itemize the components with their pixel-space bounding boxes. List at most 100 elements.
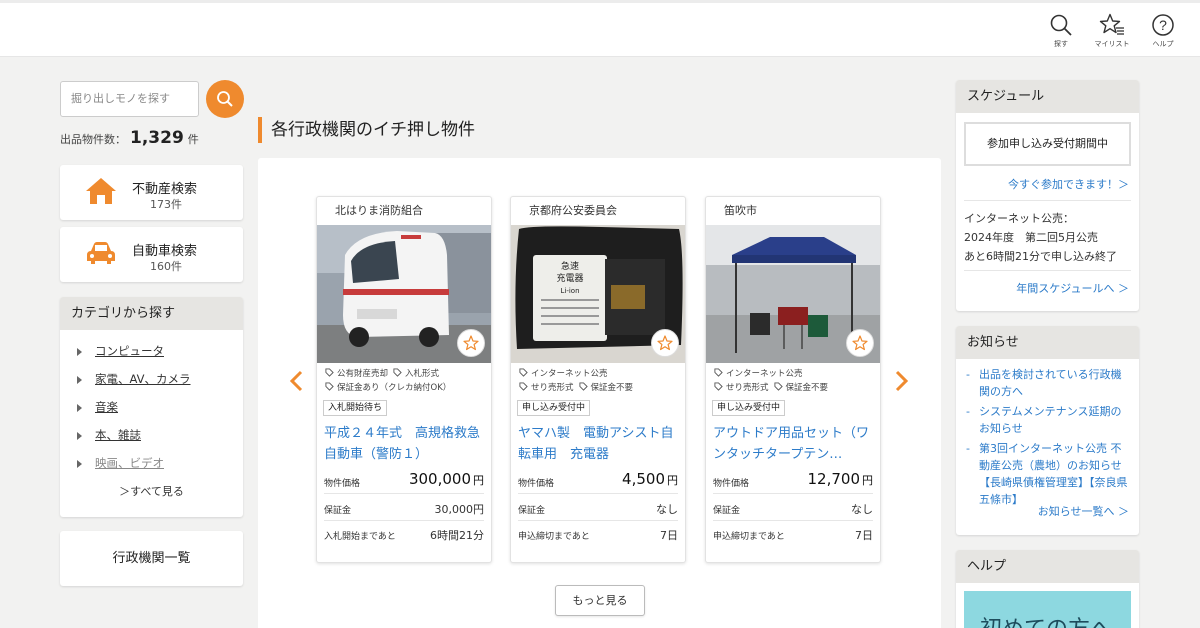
category-see-all-link[interactable]: ＞すべて見る [60,483,243,499]
tag: インターネット公売 [714,368,803,382]
divider [964,200,1131,201]
schedule-panel: スケジュール 参加申し込み受付期間中 今すぐ参加できます！＞ インターネット公売… [956,80,1139,311]
price-row: 物件価格 300,000 円 [324,468,484,494]
favorite-button[interactable] [457,329,485,357]
card-title-link[interactable]: 平成２４年式 高規格救急自動車（警防１） [324,423,488,465]
carousel-next-arrow[interactable] [895,370,909,392]
search-placeholder: 掘り出しモノを探す [71,92,170,105]
tag: 保証金あり（クレカ納付OK） [325,381,451,396]
news-item[interactable]: 出品を検討されている行政機関の方へ [964,366,1129,400]
house-icon [86,178,116,204]
schedule-heading: スケジュール [956,80,1139,113]
see-more-button[interactable]: もっと見る [555,585,645,616]
car-icon [87,242,115,264]
gov-agency-list-button[interactable]: 行政機関一覧 [60,531,243,586]
listing-card[interactable]: 笛吹市 インターネット公売 せり売形式 保証金不要 申し込み受付中 アウトドア用品… [705,196,881,563]
search-icon [217,91,233,107]
price-amount: 300,000 [408,470,471,488]
schedule-info: インターネット公売： 2024年度 第二回5月公売 あと6時間21分で申し込み終… [964,209,1117,266]
search-submit-button[interactable] [206,80,244,118]
price-value: 300,000 円 [409,470,484,488]
photo-text: 急速 [561,260,579,272]
category-panel: カテゴリから探す コンピュータ 家電、AV、カメラ 音楽 本、雑誌 映画、ビデオ… [60,297,243,517]
category-item-label: 音楽 [95,400,118,414]
status-badge: 入札開始待ち [323,400,388,416]
listing-count-value: 1,329 [130,128,184,148]
time-label: 申込締切まであと [518,532,590,542]
time-label: 申込締切まであと [713,532,785,542]
card-photo-ambulance[interactable] [317,225,491,363]
gov-agency-list-label: 行政機関一覧 [112,551,191,566]
star-icon [852,335,868,351]
tag-icon [325,381,334,391]
category-item-books[interactable]: 本、雑誌 [60,421,243,449]
help-panel: ヘルプ 初めての方へ [956,550,1139,628]
favorite-button[interactable] [846,329,874,357]
card-photo-charger[interactable]: 急速 充電器 Li-ion [511,225,685,363]
tag-label: 保証金不要 [785,382,829,393]
category-item-computer[interactable]: コンピュータ [60,337,243,365]
deposit-row: 保証金 30,000円 [324,495,484,521]
card-org: 北はりま消防組合 [335,204,423,217]
search-input[interactable]: 掘り出しモノを探す [60,81,199,117]
price-value: 4,500 円 [622,470,678,488]
car-search-button[interactable]: 自動車検索 160件 [60,227,243,282]
category-item-music[interactable]: 音楽 [60,393,243,421]
tag: 入札形式 [393,368,439,382]
realestate-search-button[interactable]: 不動産検索 173件 [60,165,243,220]
divider [964,270,1131,271]
search-nav-button[interactable]: 探す [1037,13,1085,53]
time-value: 6時間21分 [430,529,484,542]
news-item[interactable]: 第3回インターネット公売 不動産公売（農地）のお知らせ【長崎県債権管理室】【奈良… [964,440,1129,508]
price-label: 物件価格 [518,479,555,489]
category-item-label: 映画、ビデオ [95,456,164,470]
tag-label: せり売形式 [726,382,769,393]
price-row: 物件価格 12,700 円 [713,468,873,494]
tag: せり売形式 [714,381,769,396]
category-item-label: 本、雑誌 [95,428,141,442]
help-nav-label: ヘルプ [1152,40,1174,48]
price-value: 12,700 円 [808,470,874,488]
listing-card[interactable]: 京都府公安委員会 急速 充電器 Li-ion インターネット公売 せり売形式 保証… [510,196,686,563]
tag-icon [714,368,723,377]
card-title-link[interactable]: アウトドア用品セット（ワンタッチタープテン… [713,423,877,465]
price-amount: 12,700 [807,470,861,488]
tag: 保証金不要 [773,381,829,396]
time-label: 入札開始まであと [324,532,396,542]
deposit-value: 30,000円 [434,503,485,516]
carousel-prev-arrow[interactable] [289,370,303,392]
tag: 公有財産売却 [325,368,388,382]
category-item-appliance[interactable]: 家電、AV、カメラ [60,365,243,393]
annual-schedule-link[interactable]: 年間スケジュールへ ＞ [1016,280,1129,296]
tag-icon [393,368,402,377]
top-bar: 探す マイリスト ? ヘルプ [0,0,1200,57]
deposit-row: 保証金 なし [518,495,678,521]
listing-count-label: 出品物件数： [60,133,126,146]
price-unit: 円 [473,474,484,487]
mylist-nav-button[interactable]: マイリスト [1088,13,1136,53]
card-tags: 公有財産売却 入札形式 保証金あり（クレカ納付OK） [317,363,491,395]
status-badge: 申し込み受付中 [517,400,591,416]
card-title-link[interactable]: ヤマハ製 電動アシスト自転車用 充電器 [518,423,682,465]
join-now-link[interactable]: 今すぐ参加できます！＞ [1008,176,1129,192]
favorite-button[interactable] [651,329,679,357]
news-item[interactable]: システムメンテナンス延期のお知らせ [964,403,1129,437]
time-row: 申込締切まであと 7日 [518,521,678,547]
first-time-banner[interactable]: 初めての方へ [964,591,1131,628]
price-unit: 円 [667,474,678,487]
help-nav-button[interactable]: ? ヘルプ [1139,13,1187,53]
listing-count: 出品物件数： 1,329 件 [60,128,199,148]
deposit-label: 保証金 [324,506,352,516]
deposit-value: なし [656,503,678,516]
card-photo-outdoor[interactable] [706,225,880,363]
tag-label: インターネット公売 [726,369,803,379]
apply-button[interactable]: 参加申し込み受付期間中 [964,122,1131,166]
price-label: 物件価格 [324,479,361,489]
deposit-label: 保証金 [518,506,546,516]
news-list-link[interactable]: お知らせ一覧へ ＞ [1038,503,1129,519]
deposit-label: 保証金 [713,506,741,516]
car-count: 160件 [150,260,182,273]
category-item-movies[interactable]: 映画、ビデオ [60,449,243,477]
star-list-icon [1099,13,1124,35]
listing-card[interactable]: 北はりま消防組合 公有財産売却 入札形式 保証金あり（クレカ納付OK） 入札開始待… [316,196,492,563]
